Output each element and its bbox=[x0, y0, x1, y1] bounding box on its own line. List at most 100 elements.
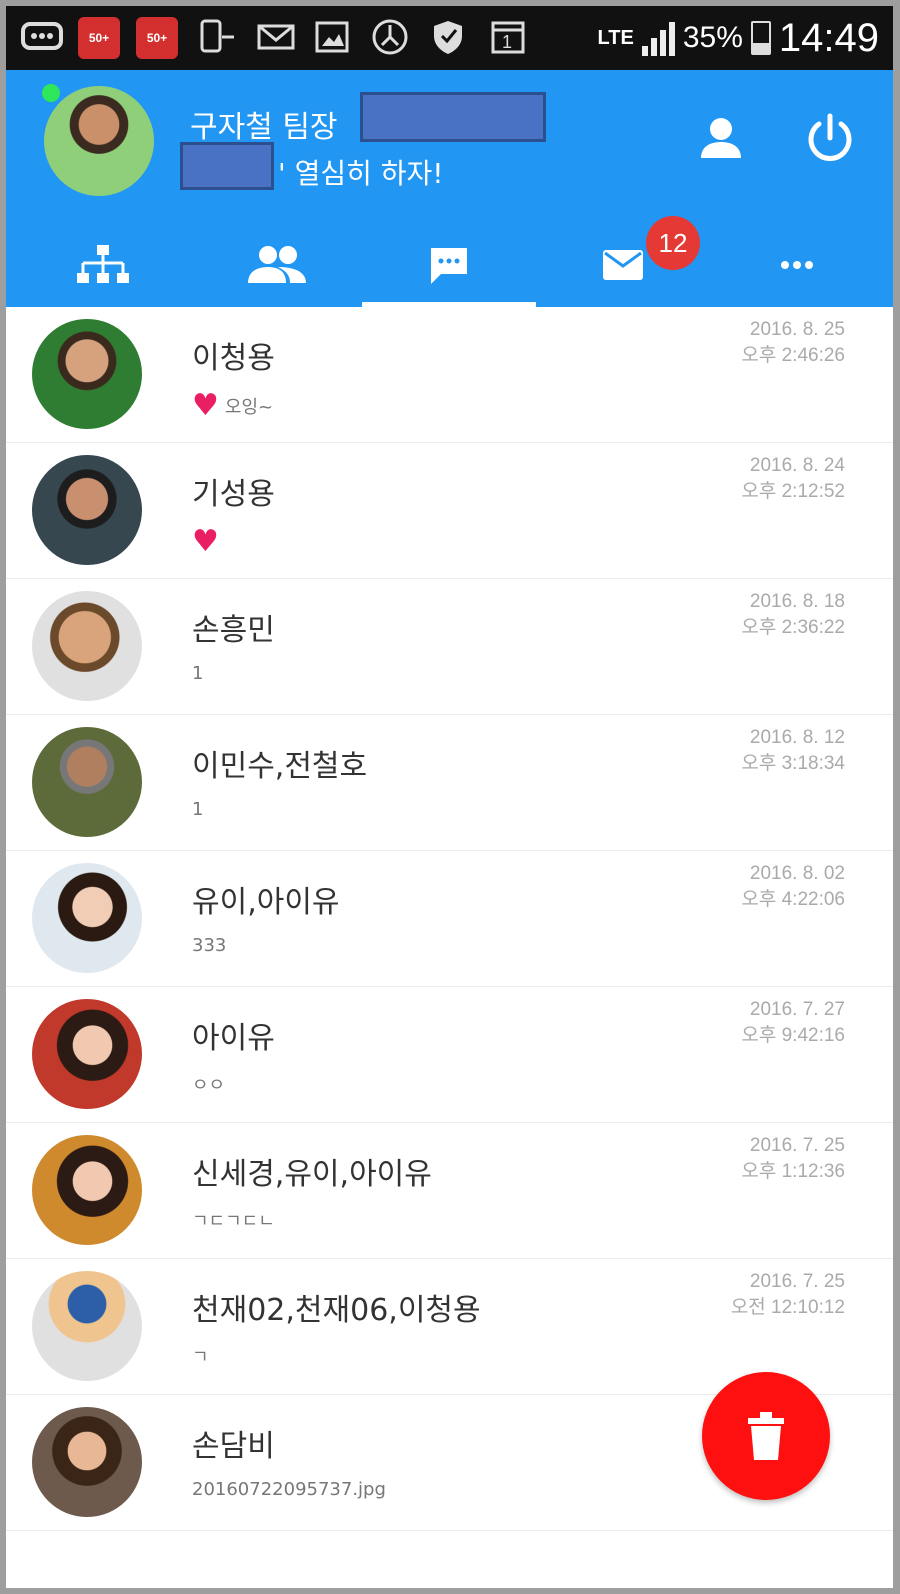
chat-name: 유이,아이유 bbox=[192, 885, 340, 920]
profile-name: 구자철 팀장 bbox=[190, 110, 338, 145]
chat-avatar bbox=[32, 1271, 142, 1381]
tab-chats[interactable] bbox=[362, 222, 536, 307]
redacted-block bbox=[180, 142, 274, 190]
chat-timestamp: 2016. 8. 24 오후 2:12:52 bbox=[741, 453, 845, 505]
profile-header: 구자철 팀장 ' 열심히 하자! 12 bbox=[6, 70, 893, 307]
shield-icon bbox=[430, 21, 466, 54]
chat-row[interactable]: 이청용 ♥ 오잉~ 2016. 8. 25 오후 2:46:26 bbox=[6, 307, 893, 443]
chat-avatar bbox=[32, 455, 142, 565]
chat-timestamp: 2016. 8. 12 오후 3:18:34 bbox=[741, 725, 845, 777]
profile-button[interactable] bbox=[696, 114, 746, 164]
clock-time: 14:49 bbox=[778, 15, 879, 60]
status-bar: 50+ 50+ 1 LTE 35% 14:49 bbox=[6, 6, 893, 70]
chat-avatar bbox=[32, 319, 142, 429]
chat-timestamp: 2016. 8. 18 오후 2:36:22 bbox=[741, 589, 845, 641]
chat-row[interactable]: 손흥민 1 2016. 8. 18 오후 2:36:22 bbox=[6, 579, 893, 715]
chat-time: 오후 1:12:36 bbox=[741, 1161, 845, 1182]
chat-avatar bbox=[32, 999, 142, 1109]
chat-name: 이민수,전철호 bbox=[192, 749, 368, 784]
battery-icon bbox=[750, 21, 771, 55]
chat-time: 오후 3:18:34 bbox=[741, 753, 845, 774]
more-icon bbox=[781, 260, 813, 269]
chat-time: 오후 2:46:26 bbox=[741, 345, 845, 366]
chat-preview: ♥ bbox=[192, 527, 225, 557]
tab-contacts[interactable] bbox=[190, 222, 364, 307]
chat-date: 2016. 8. 25 bbox=[749, 319, 845, 340]
calendar-day: 1 bbox=[502, 32, 513, 52]
tab-organization[interactable] bbox=[16, 222, 190, 307]
trash-icon bbox=[748, 1412, 784, 1460]
contacts-icon bbox=[248, 245, 306, 283]
chat-name: 신세경,유이,아이유 bbox=[192, 1157, 432, 1192]
clock-icon bbox=[370, 19, 410, 55]
chat-row[interactable]: 신세경,유이,아이유 ㄱㄷㄱㄷㄴ 2016. 7. 25 오후 1:12:36 bbox=[6, 1123, 893, 1259]
profile-avatar[interactable] bbox=[44, 86, 154, 196]
tab-more[interactable] bbox=[710, 222, 884, 307]
red-app-icon: 50+ bbox=[78, 17, 120, 59]
chat-avatar bbox=[32, 863, 142, 973]
person-icon bbox=[701, 118, 741, 158]
chat-date: 2016. 7. 25 bbox=[749, 1271, 845, 1292]
chat-name: 기성용 bbox=[192, 477, 275, 512]
calendar-icon: 1 bbox=[490, 21, 526, 54]
chat-timestamp: 2016. 8. 02 오후 4:22:06 bbox=[741, 861, 845, 913]
chat-row[interactable]: 아이유 ㅇㅇ 2016. 7. 27 오후 9:42:16 bbox=[6, 987, 893, 1123]
power-icon bbox=[808, 113, 852, 161]
chat-preview: 20160722095737.jpg bbox=[192, 1479, 386, 1500]
chat-date: 2016. 8. 02 bbox=[749, 863, 845, 884]
chat-name: 손흥민 bbox=[192, 613, 275, 648]
chat-date: 2016. 7. 25 bbox=[749, 1135, 845, 1156]
message-icon bbox=[20, 22, 64, 52]
mail-icon bbox=[603, 249, 643, 280]
chat-preview-text: 1 bbox=[192, 663, 204, 684]
chat-time: 오후 9:42:16 bbox=[741, 1025, 845, 1046]
chat-time: 오후 2:36:22 bbox=[741, 617, 845, 638]
chat-preview-text: 오잉~ bbox=[224, 397, 274, 418]
redacted-block bbox=[360, 92, 546, 142]
chat-timestamp: 2016. 8. 25 오후 2:46:26 bbox=[741, 317, 845, 369]
mail-icon bbox=[256, 22, 296, 52]
chat-date: 2016. 8. 18 bbox=[749, 591, 845, 612]
chat-preview-text: ㄱㄷㄱㄷㄴ bbox=[192, 1211, 275, 1232]
chat-date: 2016. 7. 27 bbox=[749, 999, 845, 1020]
chat-avatar bbox=[32, 1407, 142, 1517]
app-screen: 50+ 50+ 1 LTE 35% 14:49 구자철 팀장 ' 열심히 하자!… bbox=[6, 6, 893, 1588]
chat-date: 2016. 8. 12 bbox=[749, 727, 845, 748]
red-app-icon: 50+ bbox=[136, 17, 178, 59]
logout-button[interactable] bbox=[802, 110, 858, 166]
profile-status-message: ' 열심히 하자! bbox=[278, 157, 444, 190]
battery-percent: 35% bbox=[682, 21, 743, 54]
status-indicators: LTE 35% 14:49 bbox=[598, 14, 879, 62]
chat-row[interactable]: 유이,아이유 333 2016. 8. 02 오후 4:22:06 bbox=[6, 851, 893, 987]
chat-preview-text: 333 bbox=[192, 935, 227, 956]
chat-preview-text: 1 bbox=[192, 799, 204, 820]
chat-timestamp: 2016. 7. 25 오후 1:12:36 bbox=[741, 1133, 845, 1185]
chat-name: 손담비 bbox=[192, 1429, 275, 1464]
chat-date: 2016. 8. 24 bbox=[749, 455, 845, 476]
chat-name: 아이유 bbox=[192, 1021, 275, 1056]
org-chart-icon bbox=[77, 244, 129, 283]
chat-row[interactable]: 기성용 ♥ 2016. 8. 24 오후 2:12:52 bbox=[6, 443, 893, 579]
heart-icon: ♥ bbox=[192, 388, 219, 423]
chat-avatar bbox=[32, 727, 142, 837]
phone-device-icon bbox=[198, 19, 238, 53]
chat-list: 이청용 ♥ 오잉~ 2016. 8. 25 오후 2:46:26 기성용 ♥ 2016. 8.… bbox=[6, 307, 893, 1531]
chat-timestamp: 2016. 7. 27 오후 9:42:16 bbox=[741, 997, 845, 1049]
chat-row[interactable]: 이민수,전철호 1 2016. 8. 12 오후 3:18:34 bbox=[6, 715, 893, 851]
chat-time: 오후 2:12:52 bbox=[741, 481, 845, 502]
unread-badge: 12 bbox=[646, 216, 700, 270]
chat-preview: 1 bbox=[192, 663, 203, 684]
chat-preview: 1 bbox=[192, 799, 203, 820]
chat-preview: 333 bbox=[192, 935, 226, 956]
chat-time: 오전 12:10:12 bbox=[730, 1297, 845, 1318]
chat-preview: ㄱㄷㄱㄷㄴ bbox=[192, 1207, 275, 1233]
online-status-dot bbox=[42, 84, 60, 102]
chat-time: 오후 4:22:06 bbox=[741, 889, 845, 910]
gallery-icon bbox=[314, 21, 350, 53]
network-type: LTE bbox=[597, 27, 634, 49]
tab-bar bbox=[6, 222, 893, 307]
chat-preview-text: ㄱ bbox=[192, 1347, 209, 1368]
delete-fab-button[interactable] bbox=[702, 1372, 830, 1500]
chat-avatar bbox=[32, 1135, 142, 1245]
chat-preview-text: ㅇㅇ bbox=[192, 1075, 226, 1096]
